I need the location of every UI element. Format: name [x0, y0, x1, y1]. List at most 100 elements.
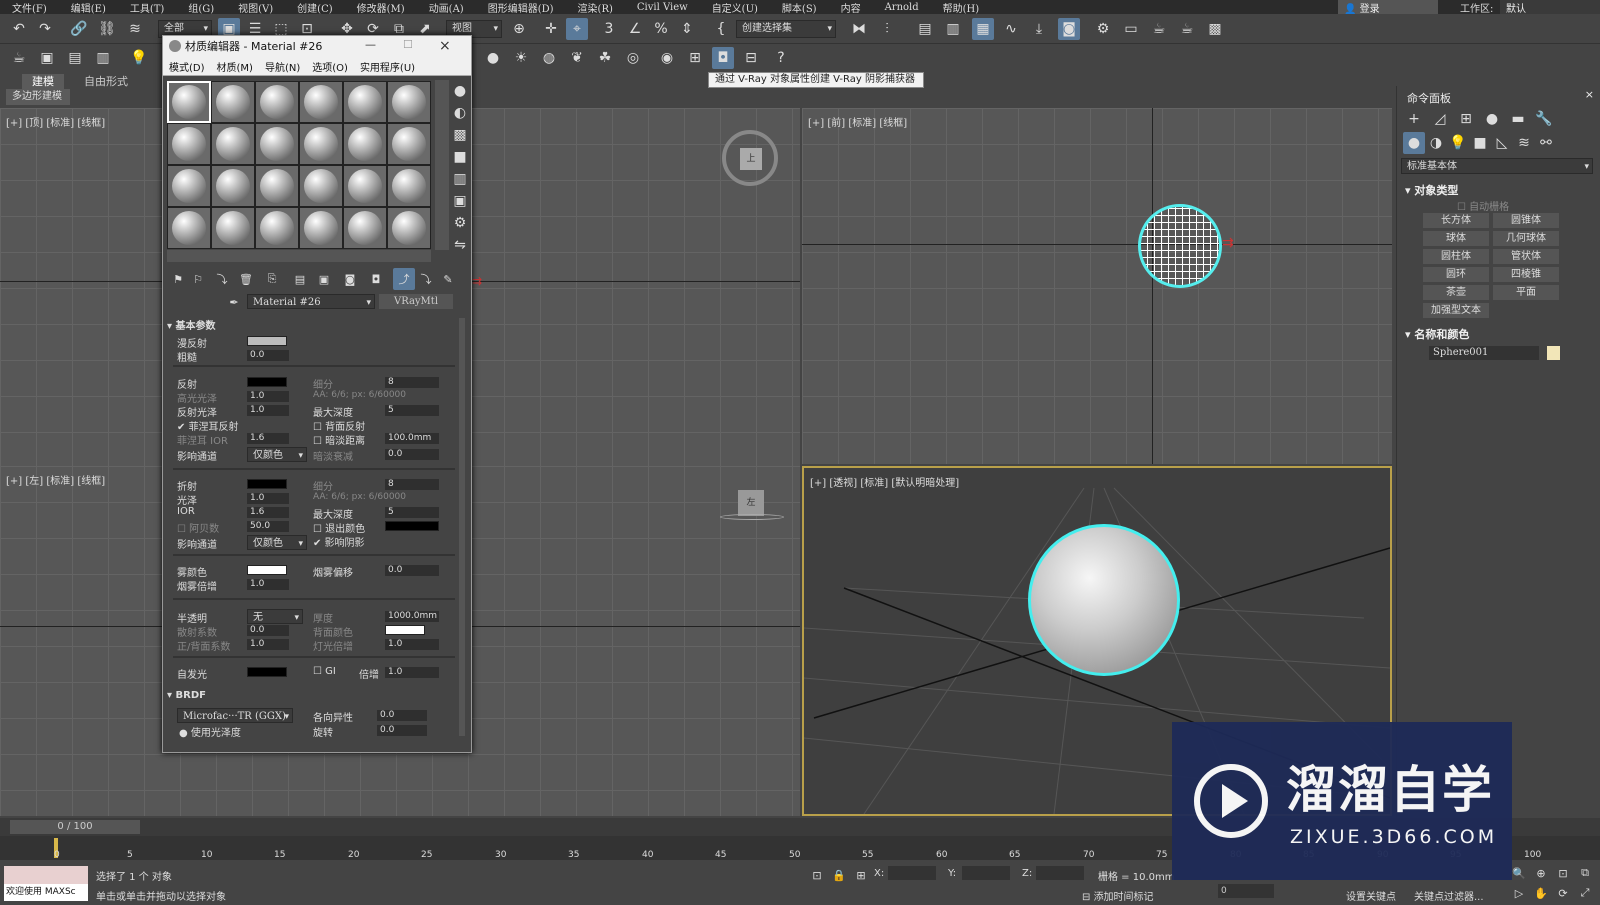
viewcube-face[interactable]: 上: [740, 148, 762, 170]
close-icon[interactable]: ×: [1585, 88, 1594, 101]
render-production-icon[interactable]: ☕: [1148, 18, 1170, 40]
spacewarps-icon[interactable]: ≋: [1513, 132, 1535, 154]
help-icon[interactable]: ?: [770, 47, 792, 69]
refract-swatch[interactable]: [247, 479, 287, 489]
slots-scrollbar[interactable]: [435, 80, 449, 250]
select-by-material-icon[interactable]: ⇋: [449, 234, 471, 256]
utilities-tab-icon[interactable]: 🔧: [1533, 108, 1555, 130]
brdf-type-dropdown[interactable]: Microfac···TR (GGX): [177, 708, 293, 725]
brdf-header[interactable]: ▾ BRDF: [167, 690, 206, 701]
tab-freeform[interactable]: 自由形式: [74, 74, 138, 90]
sample-slot[interactable]: [387, 81, 431, 123]
rendered-frame-icon[interactable]: ▭: [1120, 18, 1142, 40]
vray-clipper-icon[interactable]: ◎: [622, 47, 644, 69]
render-window-icon[interactable]: ▣: [36, 47, 58, 69]
refl-gloss-spinner[interactable]: 1.0: [247, 405, 289, 416]
y-coordinate-input[interactable]: [962, 866, 1010, 880]
zoom-extents-icon[interactable]: ⊡: [1552, 862, 1574, 884]
sample-slot[interactable]: [167, 123, 211, 165]
z-coordinate-input[interactable]: [1036, 866, 1084, 880]
menu-arnold[interactable]: Arnold: [873, 2, 931, 13]
object-name-input[interactable]: Sphere001: [1429, 346, 1539, 360]
orbit-icon[interactable]: ⟳: [1552, 882, 1574, 904]
fresnel-checkbox[interactable]: ✔ 菲涅耳反射: [177, 418, 239, 433]
edit-named-sel-icon[interactable]: {: [710, 18, 732, 40]
maxscript-input[interactable]: 欢迎使用 MAXSc: [4, 884, 88, 901]
viewport-label[interactable]: [+] [前] [标准] [线框]: [808, 114, 907, 129]
cone-button[interactable]: 圆锥体: [1493, 213, 1559, 228]
dim-falloff-spinner[interactable]: 0.0: [385, 449, 439, 460]
pyramid-button[interactable]: 四棱锥: [1493, 267, 1559, 282]
layer-explorer-icon[interactable]: ▥: [942, 18, 964, 40]
key-filters-button[interactable]: 关键点过滤器...: [1414, 888, 1484, 903]
workspace-dropdown[interactable]: 默认: [1500, 0, 1600, 15]
sample-slot[interactable]: [299, 207, 343, 249]
go-forward-sibling-icon[interactable]: ⤵: [415, 268, 437, 290]
cameras-icon[interactable]: ■: [1469, 132, 1491, 154]
vray-sun-icon[interactable]: ☀: [510, 47, 532, 69]
light-lister-icon[interactable]: 💡: [128, 47, 150, 69]
fog-bias-spinner[interactable]: 0.0: [385, 565, 439, 576]
make-preview-icon[interactable]: ▣: [449, 190, 471, 212]
video-color-check-icon[interactable]: ▥: [449, 168, 471, 190]
systems-icon[interactable]: ⚯: [1535, 132, 1557, 154]
abs-mode-icon[interactable]: ⊞: [850, 864, 872, 886]
name-color-header[interactable]: ▾ 名称和颜色: [1405, 326, 1469, 342]
time-slider[interactable]: 0 / 100: [10, 820, 140, 834]
menu-edit[interactable]: 编辑(E): [59, 0, 118, 15]
material-type-button[interactable]: VRayMtl: [379, 294, 453, 309]
affect-shadows-checkbox[interactable]: ✔ 影响阴影: [313, 534, 365, 549]
refract-gloss-spinner[interactable]: 1.0: [247, 493, 289, 504]
menu-content[interactable]: 内容: [829, 0, 873, 15]
slots-hscrollbar[interactable]: [167, 250, 431, 262]
autogrid-checkbox[interactable]: ☐ 自动栅格: [1457, 198, 1509, 213]
sample-slot[interactable]: [211, 81, 255, 123]
translucency-dropdown[interactable]: 无: [247, 609, 303, 626]
menu-navigation[interactable]: 导航(N): [259, 59, 306, 74]
material-editor-icon[interactable]: ◙: [1058, 18, 1080, 40]
make-unique-icon[interactable]: ⎘: [261, 268, 283, 290]
background-icon[interactable]: ▩: [449, 124, 471, 146]
sample-slot[interactable]: [299, 165, 343, 207]
material-id-icon[interactable]: ▣: [313, 268, 335, 290]
sample-slot[interactable]: [299, 81, 343, 123]
grid-layout-icon[interactable]: ▩: [1204, 18, 1226, 40]
hilight-gloss-spinner[interactable]: 1.0: [247, 391, 289, 402]
back-color-swatch[interactable]: [385, 625, 425, 635]
eyedropper-icon[interactable]: ✒: [223, 291, 245, 313]
login-dropdown[interactable]: 👤 登录: [1338, 0, 1438, 15]
vray-scene-icon[interactable]: ⊞: [684, 47, 706, 69]
box-button[interactable]: 长方体: [1423, 213, 1489, 228]
spinner-snap-icon[interactable]: ⇕: [676, 18, 698, 40]
anisotropy-spinner[interactable]: 0.0: [377, 710, 427, 721]
tab-modeling[interactable]: 建模: [22, 74, 64, 90]
lock-icon[interactable]: 🔒: [828, 864, 850, 886]
light-mult-spinner[interactable]: 1.0: [385, 639, 439, 650]
ribbon-toggle-icon[interactable]: ▦: [972, 18, 994, 40]
plane-button[interactable]: 平面: [1493, 285, 1559, 300]
refract-affect-dropdown[interactable]: 仅颜色: [247, 535, 307, 552]
fog-color-swatch[interactable]: [247, 565, 287, 575]
menu-options[interactable]: 选项(O): [306, 59, 354, 74]
refract-subdivs-spinner[interactable]: 8: [385, 479, 439, 490]
reset-map-icon[interactable]: 🗑: [235, 268, 257, 290]
zoom-all-icon[interactable]: ⊕: [1530, 862, 1552, 884]
sample-slot[interactable]: [343, 165, 387, 207]
sample-slot[interactable]: [387, 207, 431, 249]
sample-slot[interactable]: [387, 165, 431, 207]
pick-material-icon[interactable]: ✎: [437, 268, 459, 290]
schematic-view-icon[interactable]: ⤓: [1028, 18, 1050, 40]
set-key-button[interactable]: 设置关键点: [1346, 888, 1396, 903]
abbe-checkbox[interactable]: ☐ 阿贝数: [177, 520, 219, 535]
vray-mesh-export-icon[interactable]: ⊟: [740, 47, 762, 69]
sample-slot[interactable]: [343, 123, 387, 165]
menu-file[interactable]: 文件(F): [0, 0, 59, 15]
viewport-label[interactable]: [+] [顶] [标准] [线框]: [6, 114, 105, 129]
menu-animation[interactable]: 动画(A): [417, 0, 476, 15]
roughness-spinner[interactable]: 0.0: [247, 350, 289, 361]
refract-max-depth-spinner[interactable]: 5: [385, 507, 439, 518]
hierarchy-tab-icon[interactable]: ⊞: [1455, 108, 1477, 130]
menu-customize[interactable]: 自定义(U): [700, 0, 770, 15]
mirror-icon[interactable]: ⧓: [848, 18, 870, 40]
geosphere-button[interactable]: 几何球体: [1493, 231, 1559, 246]
